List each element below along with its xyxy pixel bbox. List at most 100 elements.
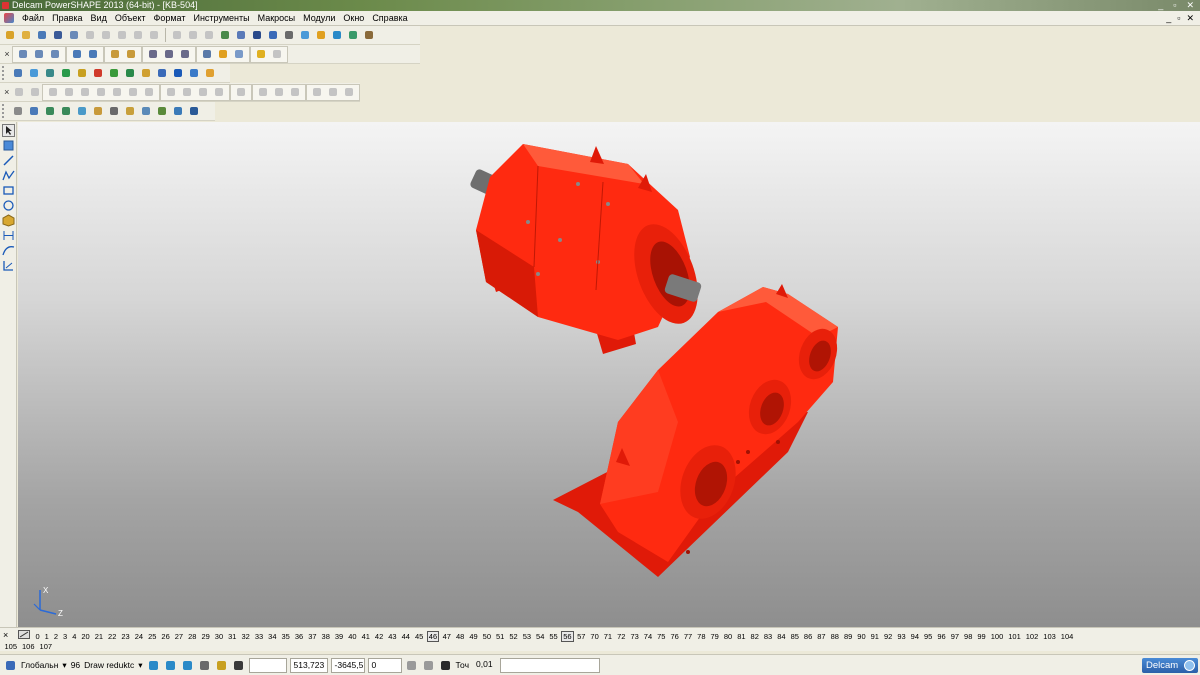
level-item[interactable]: 20: [79, 632, 92, 641]
save-icon[interactable]: [51, 28, 65, 42]
level-item[interactable]: 45: [412, 632, 425, 641]
level-item[interactable]: 41: [359, 632, 372, 641]
zoom-all-icon[interactable]: [146, 47, 160, 61]
level-item[interactable]: 56: [561, 631, 574, 642]
layer-icon-1[interactable]: [147, 659, 160, 672]
level-item[interactable]: 26: [159, 632, 172, 641]
level-item[interactable]: 90: [855, 632, 868, 641]
level-item[interactable]: 91: [868, 632, 881, 641]
model-scene[interactable]: [18, 122, 1200, 627]
copy-icon[interactable]: [99, 28, 113, 42]
chamfer-icon[interactable]: [123, 104, 137, 118]
lasso-icon[interactable]: [282, 28, 296, 42]
open-model-icon[interactable]: [35, 28, 49, 42]
minimize-button[interactable]: _: [1158, 0, 1163, 11]
play-icon[interactable]: [107, 66, 121, 80]
doc-restore-button[interactable]: ▫: [1177, 13, 1180, 24]
level-item[interactable]: 23: [119, 632, 132, 641]
boolean-icon[interactable]: [75, 104, 89, 118]
level-item[interactable]: 71: [601, 632, 614, 641]
workplane-select[interactable]: Глобальн: [21, 660, 58, 670]
level-item[interactable]: 30: [212, 632, 225, 641]
solid-tool-icon[interactable]: [2, 214, 15, 227]
precision-icon[interactable]: [439, 659, 452, 672]
sphere-red-icon[interactable]: [91, 66, 105, 80]
solid-op-10-icon[interactable]: [326, 85, 340, 99]
menu-edit[interactable]: Правка: [48, 13, 86, 23]
electric-motor[interactable]: [469, 144, 710, 354]
workplane-dropdown-icon[interactable]: ▾: [62, 660, 66, 671]
view-side-icon[interactable]: [48, 47, 62, 61]
revolve-icon[interactable]: [59, 104, 73, 118]
solid-op-3-icon[interactable]: [196, 85, 210, 99]
level-item[interactable]: 103: [1041, 632, 1059, 641]
wireframe-tool-icon[interactable]: [2, 139, 15, 152]
level-item[interactable]: 39: [332, 632, 345, 641]
shaded-icon[interactable]: [216, 47, 230, 61]
solid-op-7-icon[interactable]: [272, 85, 286, 99]
filter-5-icon[interactable]: [110, 85, 124, 99]
open-folder-icon[interactable]: [19, 28, 33, 42]
solid-op-1-icon[interactable]: [164, 85, 178, 99]
level-item[interactable]: 4: [70, 632, 79, 641]
table-icon[interactable]: [422, 659, 435, 672]
zoom-window-icon[interactable]: [162, 47, 176, 61]
doc-minimize-button[interactable]: _: [1166, 13, 1171, 24]
layer-icon-2[interactable]: [164, 659, 177, 672]
level-item[interactable]: 94: [908, 632, 921, 641]
filter-6-icon[interactable]: [126, 85, 140, 99]
level-item[interactable]: 92: [881, 632, 894, 641]
solid-op-6-icon[interactable]: [256, 85, 270, 99]
select-arrow-icon[interactable]: [250, 28, 264, 42]
level-item[interactable]: 87: [815, 632, 828, 641]
plugin-icon[interactable]: [203, 66, 217, 80]
level-item[interactable]: 75: [655, 632, 668, 641]
solid-op-4-icon[interactable]: [212, 85, 226, 99]
level-item[interactable]: 93: [895, 632, 908, 641]
model-save-icon[interactable]: [27, 66, 41, 80]
level-item[interactable]: 82: [748, 632, 761, 641]
level-item[interactable]: 70: [588, 632, 601, 641]
feature-tree-icon[interactable]: [11, 104, 25, 118]
view-iso2-icon[interactable]: [86, 47, 100, 61]
solid-op-2-icon[interactable]: [180, 85, 194, 99]
level-item[interactable]: 96: [935, 632, 948, 641]
level-item[interactable]: 99: [975, 632, 988, 641]
pick2-icon[interactable]: [28, 85, 41, 99]
xyz-icon[interactable]: [27, 104, 41, 118]
paste-icon[interactable]: [115, 28, 129, 42]
grid-icon[interactable]: [155, 104, 169, 118]
level-item[interactable]: 33: [252, 632, 265, 641]
level-item[interactable]: 57: [575, 632, 588, 641]
cut-icon[interactable]: [83, 28, 97, 42]
level-item[interactable]: 55: [547, 632, 560, 641]
blend-icon[interactable]: [91, 104, 105, 118]
level-item[interactable]: 46: [426, 631, 440, 642]
menu-macros[interactable]: Макросы: [254, 13, 300, 23]
pick-icon[interactable]: [12, 85, 25, 99]
shell-icon[interactable]: [139, 104, 153, 118]
select-tool-icon[interactable]: [2, 124, 15, 137]
workplane-icon[interactable]: [218, 28, 232, 42]
menu-object[interactable]: Объект: [111, 13, 150, 23]
level-item[interactable]: 0: [33, 632, 42, 641]
view-top-icon[interactable]: [16, 47, 30, 61]
solid-op-11-icon[interactable]: [342, 85, 356, 99]
level-item[interactable]: 89: [841, 632, 854, 641]
level-item[interactable]: 43: [386, 632, 399, 641]
level-item[interactable]: 29: [199, 632, 212, 641]
level-name-select[interactable]: Draw reduktc: [84, 660, 134, 670]
view-iso-icon[interactable]: [70, 47, 84, 61]
level-item[interactable]: 76: [668, 632, 681, 641]
snap-icon[interactable]: [234, 28, 248, 42]
level-item[interactable]: 107: [37, 642, 55, 651]
clipboard-icon[interactable]: [131, 28, 145, 42]
light-icon[interactable]: [254, 47, 268, 61]
toolbar-close-icon[interactable]: ×: [2, 49, 12, 59]
new-file-icon[interactable]: [3, 28, 17, 42]
level-item[interactable]: 97: [948, 632, 961, 641]
edit-icon[interactable]: [202, 28, 216, 42]
level-item[interactable]: 34: [266, 632, 279, 641]
level-item[interactable]: 105: [2, 642, 20, 651]
shade-icon[interactable]: [314, 28, 328, 42]
